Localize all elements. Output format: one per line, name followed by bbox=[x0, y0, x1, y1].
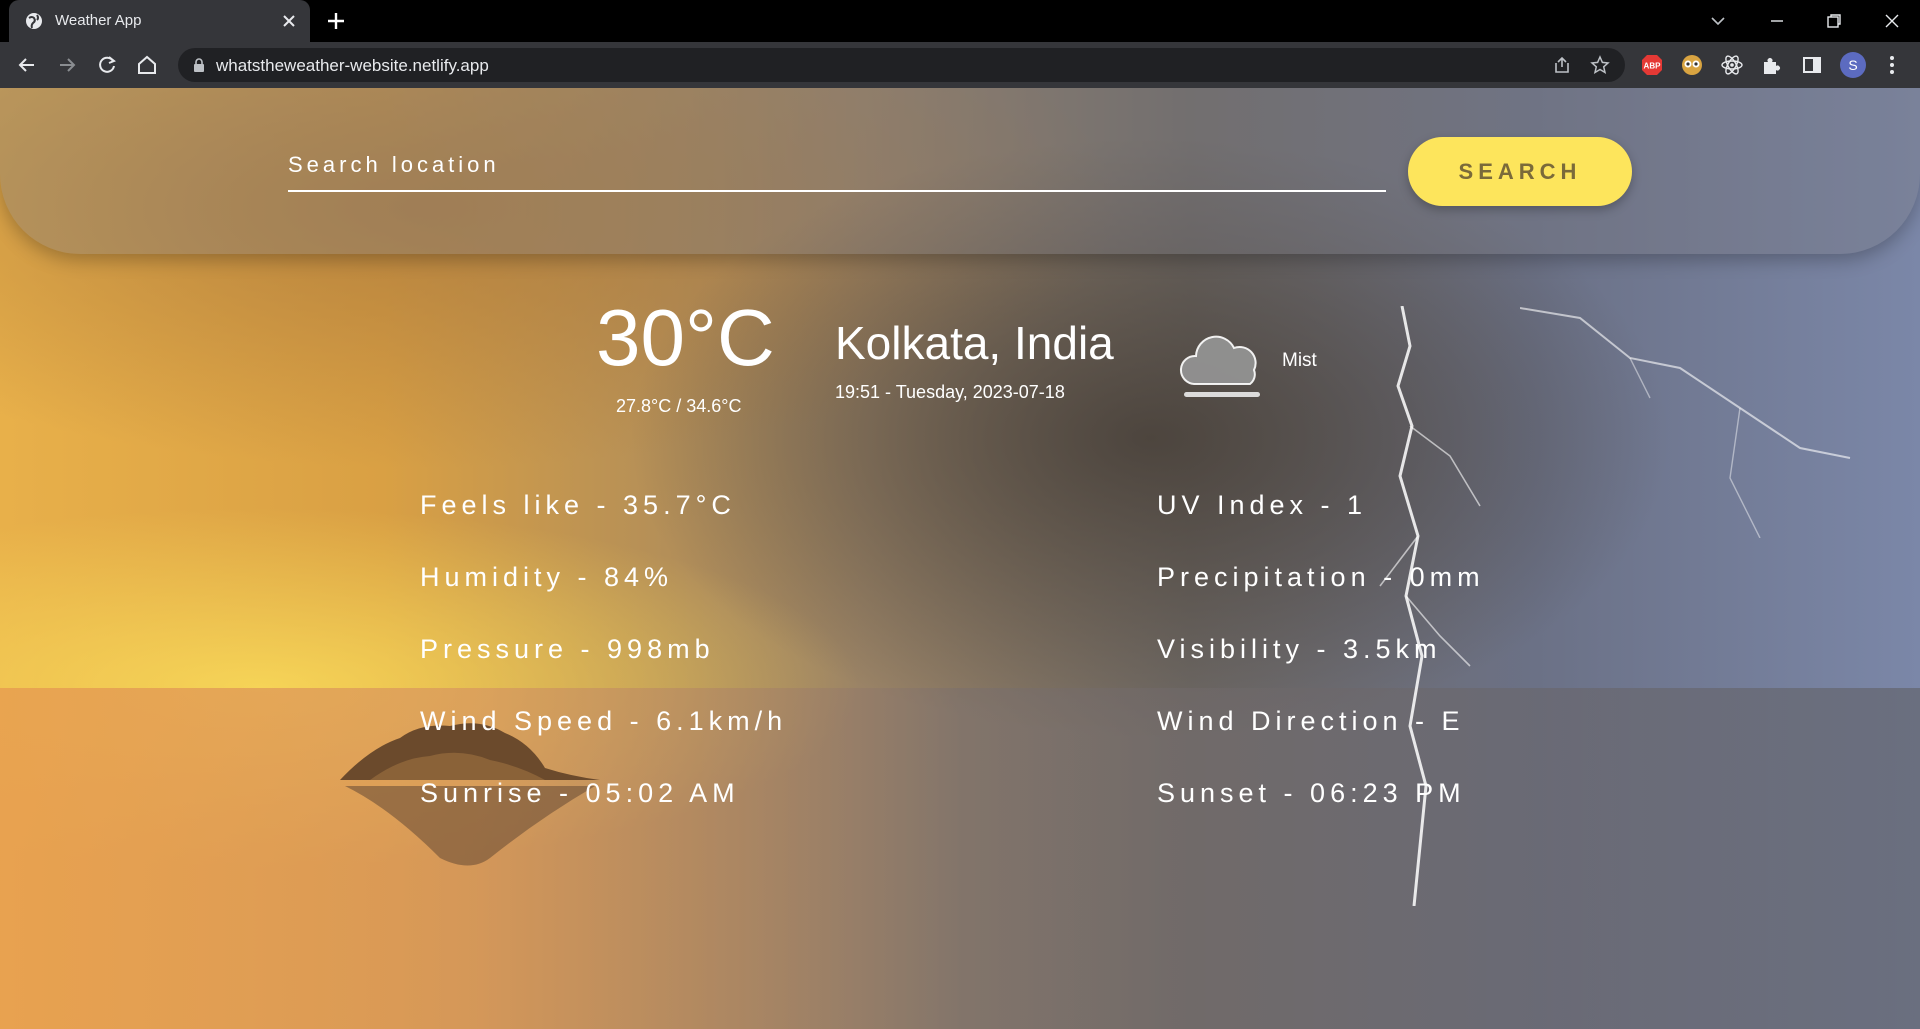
feels-like-stat: Feels like - 35.7°C bbox=[420, 490, 736, 520]
uv-index-stat: UV Index - 1 bbox=[1157, 490, 1368, 520]
search-location-input[interactable] bbox=[288, 140, 1386, 192]
adblock-plus-icon[interactable]: ABP bbox=[1640, 53, 1664, 77]
restore-icon[interactable] bbox=[1822, 9, 1846, 33]
browser-tab[interactable]: Weather App bbox=[9, 0, 310, 42]
lightning-branch-image bbox=[1520, 307, 1851, 538]
svg-text:ABP: ABP bbox=[1644, 62, 1662, 71]
weather-condition: Mist bbox=[1282, 350, 1317, 371]
browser-tab-bar: Weather App bbox=[0, 0, 1920, 42]
weather-page: SEARCH 30°C 27.8°C / 34.6°C Kolkata, Ind… bbox=[0, 88, 1920, 1029]
back-arrow-icon[interactable] bbox=[14, 52, 40, 78]
forward-arrow-icon[interactable] bbox=[54, 52, 80, 78]
globe-icon bbox=[26, 13, 42, 29]
visibility-stat: Visibility - 3.5km bbox=[1157, 634, 1442, 664]
search-button[interactable]: SEARCH bbox=[1408, 137, 1632, 206]
reload-icon[interactable] bbox=[94, 52, 120, 78]
share-icon[interactable] bbox=[1551, 54, 1573, 76]
minimize-icon[interactable] bbox=[1765, 9, 1789, 33]
location-name: Kolkata, India bbox=[835, 317, 1114, 369]
address-bar[interactable]: whatstheweather-website.netlify.app bbox=[178, 48, 1625, 82]
lock-icon[interactable] bbox=[192, 57, 206, 73]
wind-speed-stat: Wind Speed - 6.1km/h bbox=[420, 706, 788, 736]
humidity-stat: Humidity - 84% bbox=[420, 562, 674, 592]
owl-extension-icon[interactable] bbox=[1680, 53, 1704, 77]
search-panel: SEARCH bbox=[0, 88, 1920, 254]
sunrise-stat: Sunrise - 05:02 AM bbox=[420, 778, 740, 808]
wind-direction-stat: Wind Direction - E bbox=[1157, 706, 1465, 736]
url-text[interactable]: whatstheweather-website.netlify.app bbox=[216, 56, 489, 76]
sunset-stat: Sunset - 06:23 PM bbox=[1157, 778, 1466, 808]
close-tab-icon[interactable] bbox=[280, 12, 298, 30]
puzzle-extensions-icon[interactable] bbox=[1760, 53, 1784, 77]
current-temperature: 30°C bbox=[596, 293, 775, 382]
new-tab-plus-icon[interactable] bbox=[325, 10, 347, 32]
temperature-range: 27.8°C / 34.6°C bbox=[616, 396, 742, 416]
sea-reflection bbox=[0, 688, 1920, 1029]
lightning-bolt-image bbox=[1379, 306, 1481, 906]
precipitation-stat: Precipitation - 0mm bbox=[1157, 562, 1485, 592]
home-icon[interactable] bbox=[134, 52, 160, 78]
side-panel-icon[interactable] bbox=[1800, 53, 1824, 77]
kebab-menu-icon[interactable] bbox=[1880, 53, 1904, 77]
react-devtools-icon[interactable] bbox=[1720, 53, 1744, 77]
mist-cloud-icon bbox=[1179, 335, 1260, 397]
tab-search-chevron-icon[interactable] bbox=[1706, 9, 1730, 33]
tab-title: Weather App bbox=[55, 12, 142, 29]
browser-toolbar: whatstheweather-website.netlify.app ABP … bbox=[0, 42, 1920, 88]
local-datetime: 19:51 - Tuesday, 2023-07-18 bbox=[835, 382, 1065, 402]
close-window-icon[interactable] bbox=[1880, 9, 1904, 33]
bookmark-star-icon[interactable] bbox=[1589, 54, 1611, 76]
profile-avatar[interactable]: S bbox=[1840, 52, 1866, 78]
pressure-stat: Pressure - 998mb bbox=[420, 634, 715, 664]
